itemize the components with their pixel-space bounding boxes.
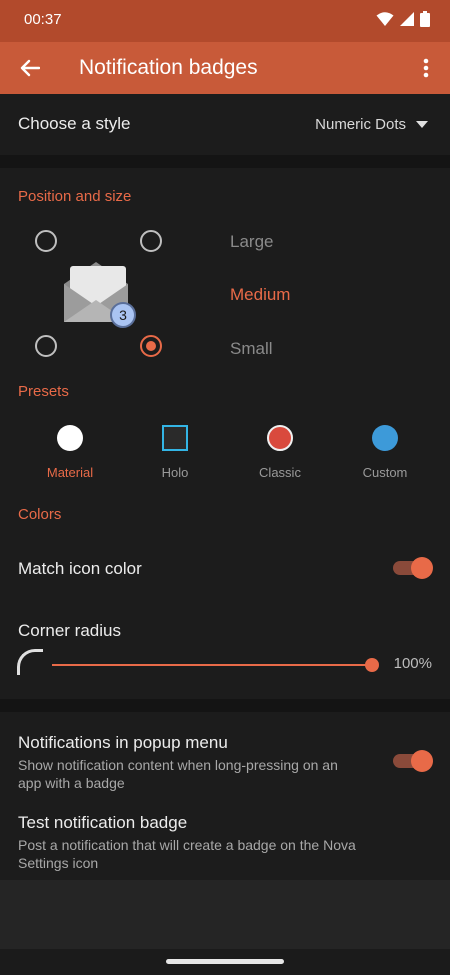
style-value: Numeric Dots xyxy=(315,116,406,133)
battery-icon xyxy=(420,11,430,27)
dropdown-arrow-icon xyxy=(416,121,428,128)
test-badge-title: Test notification badge xyxy=(18,813,188,832)
preset-holo[interactable]: Holo xyxy=(135,425,215,480)
style-dropdown[interactable]: Numeric Dots xyxy=(315,116,428,133)
bottom-spacer xyxy=(0,880,450,949)
presets-header: Presets xyxy=(18,383,69,400)
navigation-bar xyxy=(0,949,450,975)
status-icons xyxy=(376,11,430,27)
preset-classic[interactable]: Classic xyxy=(240,425,320,480)
wifi-icon xyxy=(376,12,394,26)
position-top-right-radio[interactable] xyxy=(140,230,162,252)
position-bottom-left-radio[interactable] xyxy=(35,335,57,357)
position-size-header: Position and size xyxy=(18,188,132,205)
preset-custom-swatch xyxy=(372,425,398,451)
badge-dot: 3 xyxy=(110,302,136,328)
corner-radius-slider-thumb[interactable] xyxy=(365,658,379,672)
more-vert-icon xyxy=(423,58,429,78)
popup-notifications-title: Notifications in popup menu xyxy=(18,733,228,752)
preset-holo-swatch xyxy=(162,425,188,451)
badge-preview: 3 xyxy=(60,260,140,330)
match-icon-color-toggle[interactable] xyxy=(393,557,433,579)
back-button[interactable] xyxy=(14,53,46,83)
preset-custom-label: Custom xyxy=(362,465,408,480)
toggle-thumb xyxy=(411,557,433,579)
badge-settings-card: Position and size 3 Large Medium Small P… xyxy=(0,168,450,699)
arrow-back-icon xyxy=(20,59,40,77)
overflow-menu-button[interactable] xyxy=(414,54,438,82)
match-icon-color-label: Match icon color xyxy=(18,559,142,578)
preset-classic-label: Classic xyxy=(259,465,301,480)
app-bar: Notification badges xyxy=(0,42,450,94)
status-bar: 00:37 xyxy=(0,0,450,42)
preset-material-swatch xyxy=(57,425,83,451)
status-time: 00:37 xyxy=(24,11,62,28)
position-top-left-radio[interactable] xyxy=(35,230,57,252)
corner-radius-label: Corner radius xyxy=(18,621,121,640)
corner-radius-icon xyxy=(17,649,43,675)
size-large-option[interactable]: Large xyxy=(230,232,273,252)
popup-notifications-toggle[interactable] xyxy=(393,750,433,772)
signal-icon xyxy=(400,12,414,26)
position-bottom-right-radio[interactable] xyxy=(140,335,162,357)
badge-count: 3 xyxy=(119,307,127,323)
style-row[interactable]: Choose a style Numeric Dots xyxy=(0,94,450,155)
size-medium-option[interactable]: Medium xyxy=(230,285,290,305)
colors-header: Colors xyxy=(18,506,62,523)
style-label: Choose a style xyxy=(18,114,131,133)
preset-holo-label: Holo xyxy=(161,465,189,480)
page-title: Notification badges xyxy=(79,56,258,79)
preset-classic-swatch xyxy=(267,425,293,451)
toggle-thumb xyxy=(411,750,433,772)
home-gesture-handle[interactable] xyxy=(166,959,284,964)
corner-radius-slider-track[interactable] xyxy=(52,664,372,666)
preset-custom[interactable]: Custom xyxy=(345,425,425,480)
popup-settings-card: Notifications in popup menu Show notific… xyxy=(0,712,450,880)
test-badge-summary: Post a notification that will create a b… xyxy=(18,837,356,871)
preset-material-label: Material xyxy=(46,465,94,480)
preset-material[interactable]: Material xyxy=(30,425,110,480)
corner-radius-value: 100% xyxy=(393,655,432,672)
size-small-option[interactable]: Small xyxy=(230,339,273,359)
popup-notifications-summary: Show notification content when long-pres… xyxy=(18,757,338,791)
